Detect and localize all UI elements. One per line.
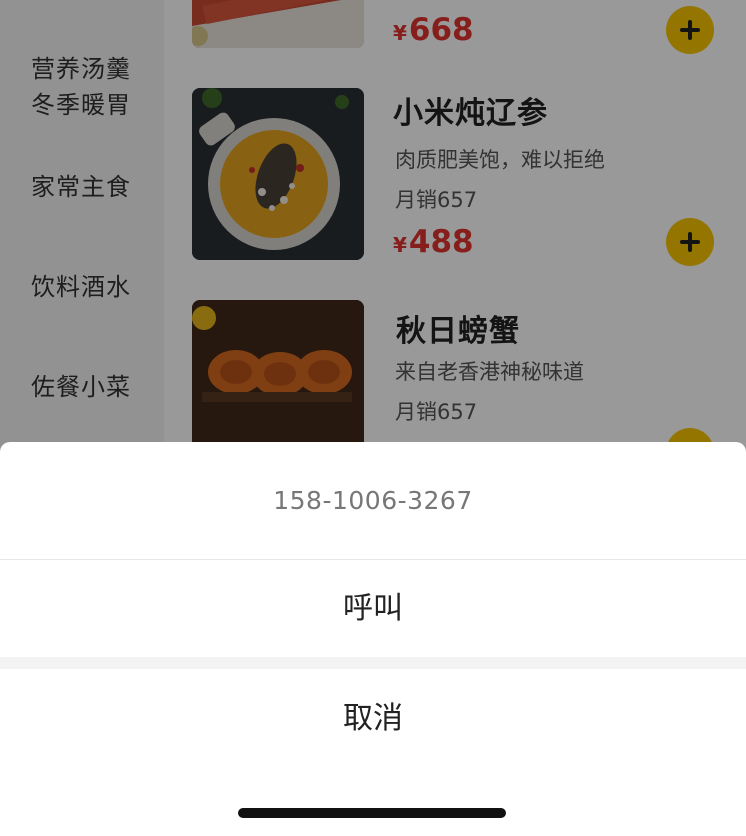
sheet-divider xyxy=(0,657,746,669)
cancel-button[interactable]: 取消 xyxy=(0,669,746,769)
phone-number: 158-1006-3267 xyxy=(0,442,746,560)
call-button[interactable]: 呼叫 xyxy=(0,560,746,657)
home-indicator xyxy=(238,808,506,818)
call-action-sheet: 158-1006-3267 呼叫 取消 xyxy=(0,442,746,836)
